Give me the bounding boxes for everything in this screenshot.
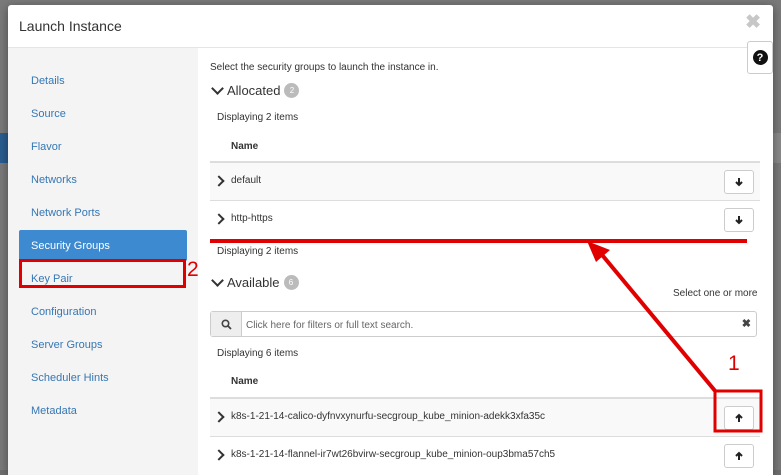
modal-header: Launch Instance ✖ — [8, 5, 773, 48]
chevron-right-icon[interactable] — [213, 449, 225, 461]
table-row: http-https — [210, 200, 760, 238]
clear-search-icon[interactable]: ✖ — [742, 317, 751, 330]
annotation-box-key-pair — [19, 259, 186, 288]
sidebar-item-scheduler-hints[interactable]: Scheduler Hints — [19, 362, 187, 393]
allocate-button[interactable] — [724, 444, 754, 468]
allocated-title: Allocated — [227, 83, 281, 98]
allocated-header[interactable]: Allocated 2 — [210, 82, 300, 98]
row-name: default — [231, 175, 262, 186]
allocated-column-name: Name — [231, 141, 259, 152]
table-row: k8s-1-21-14-flannel-ir7wt26bvirw-secgrou… — [210, 436, 760, 474]
annotation-label-1: 1 — [728, 352, 740, 375]
available-header[interactable]: Available 6 — [210, 274, 299, 290]
intro-text: Select the security groups to launch the… — [210, 62, 439, 73]
sidebar-item-network-ports[interactable]: Network Ports — [19, 197, 187, 228]
arrow-up-icon — [735, 413, 743, 422]
table-row: k8s-1-21-14-calico-dyfnvxynurfu-secgroup… — [210, 397, 760, 436]
deallocate-button[interactable] — [724, 170, 754, 194]
row-name: http-https — [231, 213, 273, 224]
allocated-displaying: Displaying 2 items — [217, 112, 299, 123]
modal-title: Launch Instance — [19, 18, 122, 34]
sidebar-item-networks[interactable]: Networks — [19, 164, 187, 195]
chevron-down-icon — [211, 82, 224, 95]
arrow-down-icon — [735, 178, 743, 187]
annotation-underline — [210, 239, 747, 243]
search-icon-box[interactable] — [211, 312, 242, 336]
help-button[interactable]: ? — [747, 41, 773, 74]
table-row: default — [210, 161, 760, 200]
annotation-label-2: 2 — [187, 258, 199, 281]
deallocate-button[interactable] — [724, 208, 754, 232]
search-icon — [220, 318, 232, 330]
launch-instance-modal: Launch Instance ✖ ? Details Source Flavo… — [8, 5, 773, 475]
sidebar-item-source[interactable]: Source — [19, 98, 187, 129]
sidebar-item-details[interactable]: Details — [19, 65, 187, 96]
select-hint: Select one or more — [673, 288, 758, 299]
chevron-right-icon[interactable] — [213, 175, 225, 187]
arrow-down-icon — [735, 216, 743, 225]
sidebar-item-server-groups[interactable]: Server Groups — [19, 329, 187, 360]
chevron-right-icon[interactable] — [213, 411, 225, 423]
chevron-down-icon — [211, 274, 224, 287]
background-accent — [0, 133, 8, 163]
available-title: Available — [227, 275, 280, 290]
search-input[interactable] — [244, 312, 738, 338]
close-icon[interactable]: ✖ — [745, 13, 761, 32]
allocated-count-badge: 2 — [284, 83, 300, 98]
row-name: k8s-1-21-14-calico-dyfnvxynurfu-secgroup… — [231, 411, 546, 422]
allocated-footer: Displaying 2 items — [217, 246, 299, 257]
allocate-button[interactable] — [724, 406, 754, 430]
sidebar-item-metadata[interactable]: Metadata — [19, 395, 187, 426]
available-count-badge: 6 — [283, 275, 299, 290]
sidebar-item-security-groups[interactable]: Security Groups — [19, 230, 187, 261]
available-column-name: Name — [231, 376, 259, 387]
available-displaying: Displaying 6 items — [217, 348, 299, 359]
sidebar-item-configuration[interactable]: Configuration — [19, 296, 187, 327]
sidebar-item-flavor[interactable]: Flavor — [19, 131, 187, 162]
row-name: k8s-1-21-14-flannel-ir7wt26bvirw-secgrou… — [231, 449, 556, 460]
chevron-right-icon[interactable] — [213, 213, 225, 225]
help-icon: ? — [752, 50, 768, 65]
arrow-up-icon — [735, 451, 743, 460]
filter-search-box: ✖ — [210, 311, 757, 338]
